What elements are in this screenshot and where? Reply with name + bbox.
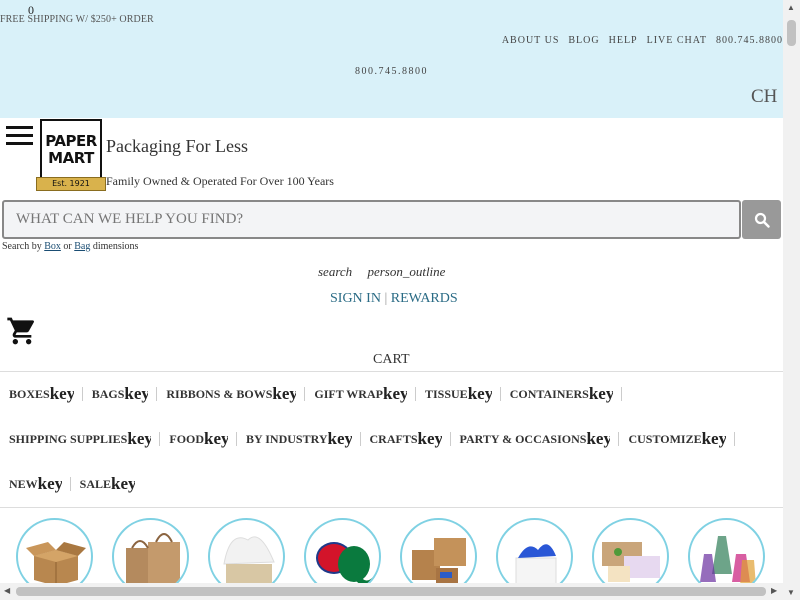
nav-label: FOOD [169,431,205,446]
nav-label: BOXES [9,386,50,401]
about-us-link[interactable]: ABOUT US [502,35,560,46]
nav-label: BY INDUSTRY [246,431,328,446]
nav-label: CRAFTS [369,431,418,446]
horizontal-scrollbar[interactable]: ◀ ▶ [0,583,783,600]
nav-tissue[interactable]: TISSUE key [416,384,500,404]
nav-key-icon: key [204,429,229,448]
nav-key-icon: key [272,384,297,403]
paper-mart-logo[interactable]: PAPER MART Est. 1921 [36,119,106,193]
shopping-cart-icon[interactable] [6,315,38,347]
rewards-link[interactable]: REWARDS [391,291,458,306]
search-input[interactable] [2,200,741,239]
nav-gift-wrap[interactable]: GIFT WRAP key [305,384,415,404]
nav-shipping-supplies[interactable]: SHIPPING SUPPLIES key [0,429,159,449]
nav-key-icon: key [701,429,726,448]
nav-boxes[interactable]: BOXES key [0,384,82,404]
nav-crafts[interactable]: CRAFTS key [361,429,450,449]
nav-customize[interactable]: CUSTOMIZE key [619,429,733,449]
nav-label: CONTAINERS [509,386,589,401]
nav-key-icon: key [467,384,492,403]
cart-label[interactable]: CART [373,352,410,368]
box-dimensions-link[interactable]: Box [44,241,61,252]
top-links: ABOUT US BLOG HELP LIVE CHAT 800.745.880… [493,35,783,46]
nav-food[interactable]: FOOD key [160,429,236,449]
help-link[interactable]: HELP [609,35,638,46]
nav-key-icon: key [49,384,74,403]
nav-row-2: SHIPPING SUPPLIES key FOOD key BY INDUSTRY… [0,429,735,449]
nav-key-icon: key [124,384,149,403]
horizontal-scroll-thumb[interactable] [16,587,766,596]
person-icon[interactable]: person_outline [367,264,445,279]
search-icon [754,212,770,228]
nav-key-icon: key [37,474,62,493]
logo-est-ribbon: Est. 1921 [36,177,106,191]
free-shipping-text: FREE SHIPPING W/ $250+ ORDER [0,14,154,25]
vertical-scrollbar[interactable]: ▲ ▼ [783,0,800,600]
nav-key-icon: key [327,429,352,448]
logo-line2: MART [48,149,94,167]
search-toggle-icon[interactable]: search [318,264,352,279]
nav-row-1: BOXES key BAGS key RIBBONS & BOWS key GIFT … [0,384,622,404]
nav-label: PARTY & OCCASIONS [459,431,587,446]
nav-label: GIFT WRAP [314,386,383,401]
account-icons: search person_outline [318,264,457,280]
blog-link[interactable]: BLOG [568,35,599,46]
nav-label: BAGS [91,386,125,401]
nav-label: SHIPPING SUPPLIES [9,431,128,446]
logo-line1: PAPER [45,132,97,150]
scroll-down-icon[interactable]: ▼ [787,588,795,597]
logo-box: PAPER MART [40,119,102,181]
or-text: or [63,241,72,252]
hamburger-menu-icon[interactable] [6,126,33,146]
scroll-left-icon[interactable]: ◀ [4,586,10,595]
dimensions-text: dimensions [92,241,139,252]
nav-label: CUSTOMIZE [628,431,702,446]
signin-separator: | [384,291,388,306]
vertical-scroll-thumb[interactable] [787,20,796,46]
nav-ribbons-bows[interactable]: RIBBONS & BOWS key [157,384,304,404]
nav-key-icon: key [417,429,442,448]
nav-containers[interactable]: CONTAINERS key [501,384,621,404]
nav-key-icon: key [588,384,613,403]
nav-label: RIBBONS & BOWS [166,386,273,401]
nav-label: TISSUE [424,386,468,401]
phone-link[interactable]: 800.745.8800 [716,35,783,46]
nav-label: NEW [9,476,38,491]
nav-label: SALE [79,476,112,491]
divider [0,507,783,508]
page: 0 FREE SHIPPING W/ $250+ ORDER ABOUT US … [0,0,783,600]
signin-rewards: SIGN IN | REWARDS [330,291,458,307]
divider [0,371,783,372]
nav-key-icon: key [586,429,611,448]
live-chat-link[interactable]: LIVE CHAT [647,35,707,46]
truncated-text: CH [751,86,778,107]
nav-key-icon: key [127,429,152,448]
scroll-right-icon[interactable]: ▶ [771,586,777,595]
top-banner: 0 FREE SHIPPING W/ $250+ ORDER ABOUT US … [0,0,783,118]
sign-in-link[interactable]: SIGN IN [330,291,381,306]
nav-party-occasions[interactable]: PARTY & OCCASIONS key [451,429,619,449]
nav-row-3: NEW key SALE key [0,474,143,494]
nav-sale[interactable]: SALE key [71,474,143,494]
search-button[interactable] [742,200,781,239]
nav-bags[interactable]: BAGS key [83,384,157,404]
search-by-dimensions: Search by Box or Bag dimensions [2,241,138,252]
nav-key-icon: key [111,474,136,493]
nav-by-industry[interactable]: BY INDUSTRY key [237,429,359,449]
phone-number[interactable]: 800.745.8800 [355,66,428,77]
nav-new[interactable]: NEW key [0,474,70,494]
sub-tagline: Family Owned & Operated For Over 100 Yea… [106,174,334,188]
nav-key-icon: key [382,384,407,403]
bag-dimensions-link[interactable]: Bag [74,241,90,252]
scroll-up-icon[interactable]: ▲ [787,3,795,12]
search-by-prefix: Search by [2,241,42,252]
tagline: Packaging For Less [106,136,248,156]
